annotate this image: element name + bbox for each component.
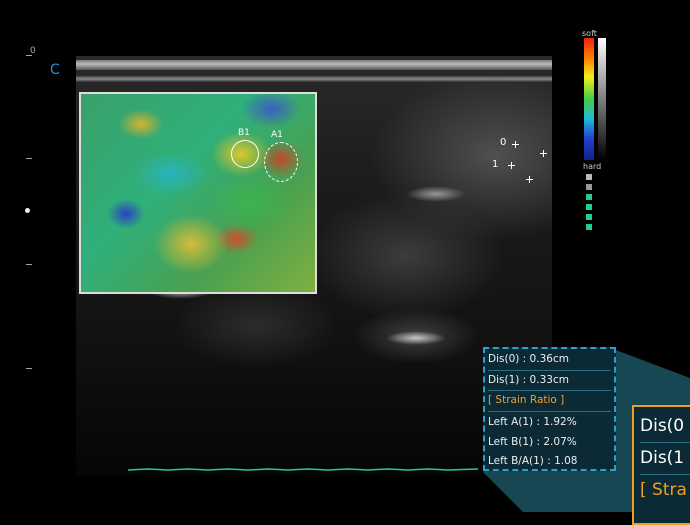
caliper-label-1: 1 bbox=[492, 159, 499, 170]
subcutaneous-layer bbox=[76, 76, 552, 82]
caliper-cross-icon[interactable] bbox=[540, 150, 547, 157]
depth-tick bbox=[26, 55, 32, 56]
zoom-row-dis0: Dis(0 bbox=[640, 411, 690, 443]
zoom-row-dis1: Dis(1 bbox=[640, 443, 690, 475]
elastography-roi-box[interactable]: B1 A1 bbox=[79, 92, 317, 294]
strain-ratio-header: [ Strain Ratio ] bbox=[488, 391, 611, 412]
quality-indicator bbox=[586, 194, 592, 200]
depth-tick bbox=[26, 368, 32, 369]
depth-ruler: 0 C bbox=[0, 0, 60, 512]
grayscale-bar bbox=[598, 38, 606, 160]
roi-b-label: B1 bbox=[238, 128, 250, 138]
zoom-callout-panel: Dis(0 Dis(1 [ Stra bbox=[632, 405, 690, 525]
focus-marker bbox=[25, 208, 30, 213]
quality-indicator bbox=[586, 204, 592, 210]
skin-layer bbox=[76, 60, 552, 70]
scale-soft-label: soft bbox=[582, 29, 597, 38]
quality-indicator bbox=[586, 214, 592, 220]
quality-indicator bbox=[586, 224, 592, 230]
depth-tick bbox=[26, 158, 32, 159]
roi-b-circle[interactable] bbox=[231, 140, 259, 168]
depth-tick bbox=[26, 264, 32, 265]
strain-color-scale bbox=[584, 38, 594, 160]
compression-trace bbox=[128, 468, 478, 471]
measurement-ba-ratio: Left B/A(1) : 1.08 bbox=[488, 454, 578, 467]
measurement-b1: Left B(1) : 2.07% bbox=[488, 435, 577, 448]
measurement-a1: Left A(1) : 1.92% bbox=[488, 415, 577, 428]
measurement-dis0: Dis(0) : 0.36cm bbox=[488, 350, 611, 371]
caliper-cross-icon[interactable] bbox=[508, 162, 515, 169]
echo-reflection bbox=[406, 186, 466, 202]
quality-indicator bbox=[586, 184, 592, 190]
mode-marker: C bbox=[50, 62, 60, 78]
caliper-cross-icon[interactable] bbox=[512, 141, 519, 148]
quality-indicator bbox=[586, 174, 592, 180]
zoom-row-strain: [ Stra bbox=[640, 480, 687, 500]
caliper-cross-icon[interactable] bbox=[526, 176, 533, 183]
measurement-panel[interactable]: Dis(0) : 0.36cm Dis(1) : 0.33cm [ Strain… bbox=[483, 347, 616, 471]
measurement-dis1: Dis(1) : 0.33cm bbox=[488, 371, 611, 391]
caliper-label-0: 0 bbox=[500, 137, 507, 148]
scale-hard-label: hard bbox=[583, 162, 602, 171]
echo-reflection bbox=[386, 331, 446, 345]
roi-a-label: A1 bbox=[271, 130, 283, 140]
roi-a-circle[interactable] bbox=[264, 142, 298, 182]
